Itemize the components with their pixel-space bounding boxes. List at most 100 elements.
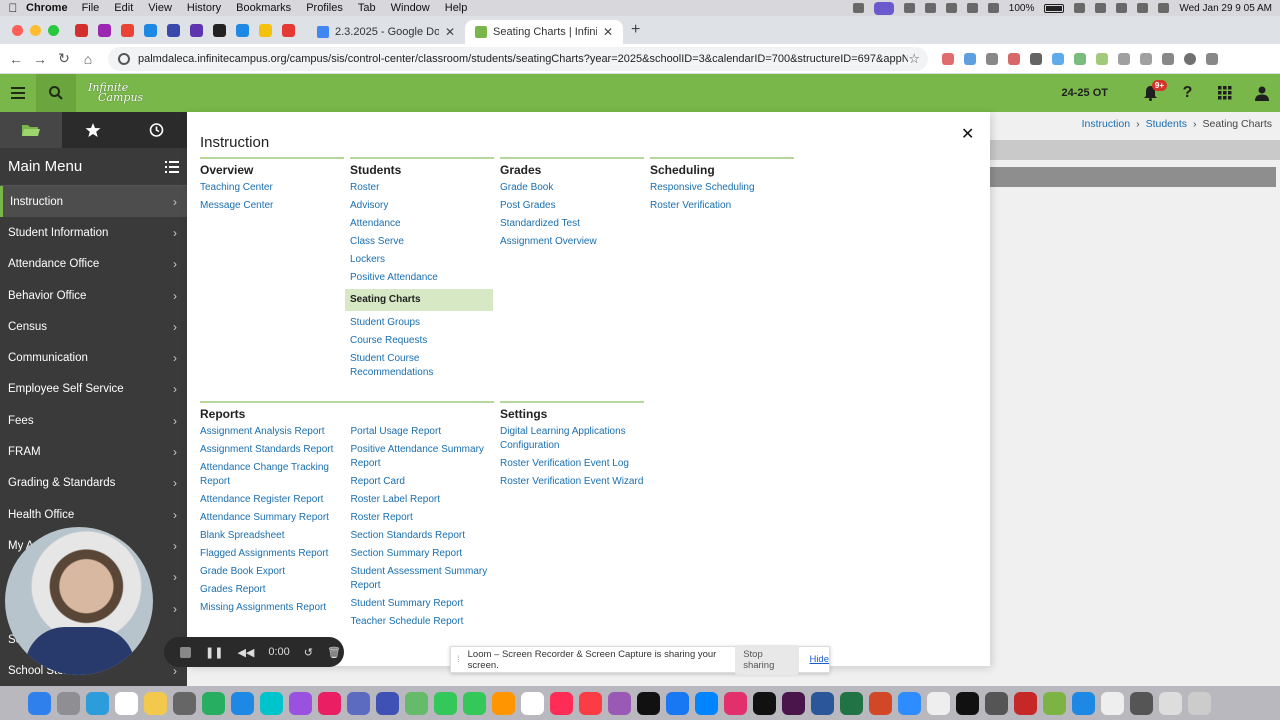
app-menu-chrome[interactable]: Chrome — [26, 2, 68, 14]
link-assignment-overview[interactable]: Assignment Overview — [500, 235, 644, 249]
link-positive-attendance[interactable]: Positive Attendance — [350, 271, 494, 285]
forward-icon[interactable]: → — [28, 51, 52, 67]
link-responsive-scheduling[interactable]: Responsive Scheduling — [650, 181, 794, 195]
more-icon[interactable] — [1206, 52, 1218, 65]
extension-icon[interactable] — [1096, 52, 1108, 65]
status-icon[interactable] — [924, 3, 936, 13]
menu-edit[interactable]: Edit — [114, 2, 133, 14]
wifi-icon[interactable] — [1074, 3, 1086, 13]
messenger-icon[interactable] — [695, 691, 718, 715]
trash-icon[interactable] — [1188, 691, 1211, 715]
extension-icon[interactable] — [1162, 52, 1174, 65]
pause-icon[interactable]: ❚❚ — [205, 646, 223, 659]
sidebar-item-instruction[interactable]: Instruction › — [0, 186, 187, 218]
menu-history[interactable]: History — [187, 2, 221, 14]
zoom-window-button[interactable] — [48, 24, 59, 36]
pinned-tab-icon[interactable] — [236, 23, 249, 37]
link-grade-book-export[interactable]: Grade Book Export — [200, 565, 344, 579]
sidebar-item-behavior-office[interactable]: Behavior Office › — [0, 280, 187, 311]
slack-icon[interactable] — [782, 691, 805, 715]
search-icon[interactable] — [1116, 3, 1128, 13]
menu-tab[interactable]: Tab — [358, 2, 376, 14]
canva-icon[interactable] — [260, 691, 283, 715]
clock[interactable]: Wed Jan 29 9 05 AM — [1179, 3, 1272, 14]
webcam-bubble[interactable] — [5, 527, 153, 675]
app-icon[interactable] — [347, 691, 370, 715]
home-icon[interactable]: ⌂ — [76, 51, 100, 67]
menu-profiles[interactable]: Profiles — [306, 2, 343, 14]
extension-icon[interactable] — [1074, 52, 1086, 65]
search-button[interactable] — [36, 74, 76, 112]
status-icon[interactable] — [903, 3, 915, 13]
pinned-tab-icon[interactable] — [75, 23, 88, 37]
control-center-icon[interactable] — [1137, 3, 1149, 13]
new-tab-button[interactable]: + — [631, 21, 640, 39]
link-teaching-center[interactable]: Teaching Center — [200, 181, 344, 195]
extension-icon[interactable] — [1008, 52, 1020, 65]
breadcrumb-instruction[interactable]: Instruction — [1082, 118, 1130, 130]
pinned-tab-icon[interactable] — [213, 23, 226, 37]
breadcrumb-students[interactable]: Students — [1146, 118, 1187, 130]
infinite-campus-logo[interactable]: Infinite Campus — [88, 82, 143, 103]
music-icon[interactable] — [579, 691, 602, 715]
link-message-center[interactable]: Message Center — [200, 199, 344, 213]
link-grades-report[interactable]: Grades Report — [200, 583, 344, 597]
back-icon[interactable]: ← — [4, 51, 28, 67]
launchpad-icon[interactable] — [57, 691, 80, 715]
photos-icon[interactable] — [492, 691, 515, 715]
extension-icon[interactable] — [1052, 52, 1064, 65]
facebook-icon[interactable] — [666, 691, 689, 715]
tab-favorites[interactable] — [62, 112, 125, 148]
mail-icon[interactable] — [86, 691, 109, 715]
app-icon[interactable] — [376, 691, 399, 715]
list-view-icon[interactable] — [165, 160, 179, 173]
link-course-requests[interactable]: Course Requests — [350, 334, 494, 348]
tab-seating-charts[interactable]: Seating Charts | Infinite C ✕ — [465, 20, 623, 44]
hamburger-icon[interactable] — [0, 87, 36, 99]
messages-icon[interactable] — [434, 691, 457, 715]
site-info-icon[interactable] — [118, 52, 130, 65]
pinned-tab-icon[interactable] — [282, 23, 295, 37]
restart-icon[interactable]: ↺ — [304, 646, 313, 659]
podcasts-icon[interactable] — [608, 691, 631, 715]
downloads-icon[interactable] — [1159, 691, 1182, 715]
apple-icon[interactable]:  — [0, 1, 26, 15]
excel-icon[interactable] — [840, 691, 863, 715]
tab-recent[interactable] — [124, 112, 187, 148]
link-student-assessment-summary-report[interactable]: Student Assessment Summary Report — [351, 565, 495, 593]
link-section-standards-report[interactable]: Section Standards Report — [351, 529, 495, 543]
screen-record-icon[interactable] — [873, 1, 894, 15]
close-tab-icon[interactable]: ✕ — [603, 25, 613, 39]
gmail-icon[interactable] — [121, 23, 134, 37]
siri-icon[interactable] — [1158, 3, 1170, 13]
link-digital-learning-applications-configuration[interactable]: Digital Learning Applications Configurat… — [500, 425, 644, 453]
link-standardized-test[interactable]: Standardized Test — [500, 217, 644, 231]
school-year-selector[interactable]: 24-25 OT — [1062, 87, 1108, 99]
notification-bell-icon[interactable]: 9+ — [1132, 74, 1169, 112]
pinned-tab-icon[interactable] — [259, 23, 272, 37]
link-assignment-standards-report[interactable]: Assignment Standards Report — [200, 443, 344, 457]
tab-google-docs[interactable]: 2.3.2025 - Google Docs ✕ — [307, 20, 465, 44]
app-icon[interactable] — [1130, 691, 1153, 715]
x-icon[interactable] — [753, 691, 776, 715]
facetime-icon[interactable] — [463, 691, 486, 715]
link-report-card[interactable]: Report Card — [351, 475, 495, 489]
link-class-serve[interactable]: Class Serve — [350, 235, 494, 249]
menu-view[interactable]: View — [148, 2, 172, 14]
extension-icon[interactable] — [1118, 52, 1130, 65]
sidebar-item-census[interactable]: Census › — [0, 311, 187, 342]
calculator-icon[interactable] — [985, 691, 1008, 715]
extension-icon[interactable] — [1030, 52, 1042, 65]
bookmark-star-icon[interactable]: ☆ — [908, 51, 920, 67]
close-icon[interactable]: ✕ — [961, 124, 974, 144]
drag-handle-icon[interactable]: ⁞ — [457, 654, 460, 665]
finder-icon[interactable] — [28, 691, 51, 715]
link-assignment-analysis-report[interactable]: Assignment Analysis Report — [200, 425, 344, 439]
menu-bookmarks[interactable]: Bookmarks — [236, 2, 291, 14]
app-icon[interactable] — [318, 691, 341, 715]
link-portal-usage-report[interactable]: Portal Usage Report — [351, 425, 495, 439]
sidebar-item-fram[interactable]: FRAM › — [0, 436, 187, 467]
link-positive-attendance-summary-report[interactable]: Positive Attendance Summary Report — [351, 443, 495, 471]
status-icon[interactable] — [966, 3, 978, 13]
link-missing-assignments-report[interactable]: Missing Assignments Report — [200, 601, 344, 615]
